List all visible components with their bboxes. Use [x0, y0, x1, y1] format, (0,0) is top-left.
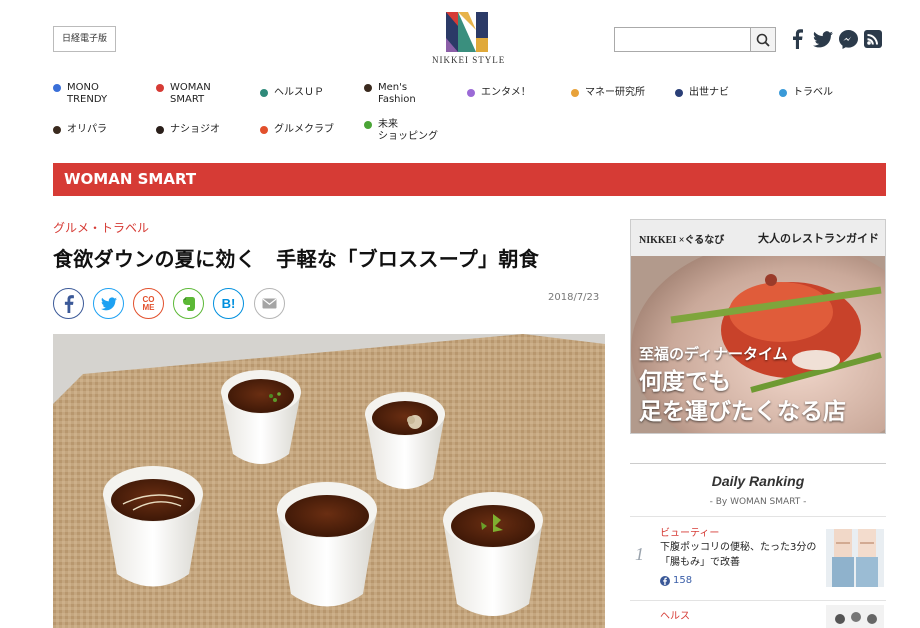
- nav-item-gourmet-club[interactable]: グルメクラブ: [260, 124, 334, 136]
- ad-title: 大人のレストランガイド: [758, 233, 879, 245]
- ranking-subtitle: - By WOMAN SMART -: [709, 497, 807, 507]
- ranking-item-category[interactable]: ビューティー: [660, 524, 719, 539]
- category-dot-icon: [675, 89, 683, 97]
- section-title-band[interactable]: WOMAN SMART: [53, 163, 886, 196]
- ad-tagline: 至福のディナータイム: [639, 347, 788, 363]
- search-button[interactable]: [750, 27, 776, 52]
- twitter-icon: [100, 296, 117, 310]
- article-headline: 食欲ダウンの夏に効く 手軽な「ブロススープ」朝食: [53, 247, 539, 271]
- divider: [630, 600, 886, 601]
- share-evernote-button[interactable]: [173, 288, 204, 319]
- rss-icon: [864, 30, 882, 48]
- ranking-item-category[interactable]: ヘルス: [660, 607, 690, 622]
- nav-item-shusse-navi[interactable]: 出世ナビ: [675, 87, 729, 99]
- ad-header: NIKKEI ×ぐるなび 大人のレストランガイド: [631, 220, 885, 256]
- nav-item-health-up[interactable]: ヘルスＵＰ: [260, 87, 324, 99]
- article-date: 2018/7/23: [548, 292, 600, 303]
- nav-label: 未来 ショッピング: [378, 119, 438, 142]
- share-hatena-button[interactable]: B!: [213, 288, 244, 319]
- facebook-icon: [793, 29, 803, 49]
- category-dot-icon: [467, 89, 475, 97]
- nav-item-entame[interactable]: エンタメ！: [467, 87, 531, 99]
- nav-item-woman-smart[interactable]: WOMAN SMART: [156, 82, 211, 106]
- facebook-icon: [64, 294, 74, 313]
- ad-headline-1: 何度でも: [639, 369, 731, 394]
- nikkei-style-logo[interactable]: NIKKEI STYLE: [432, 12, 504, 68]
- nav-item-mens-fashion[interactable]: Men's Fashion: [364, 82, 416, 106]
- category-dot-icon: [156, 84, 164, 92]
- category-dot-icon: [364, 84, 372, 92]
- n-logo-icon: [446, 12, 488, 52]
- nav-item-mono-trendy[interactable]: MONO TRENDY: [53, 82, 107, 106]
- category-dot-icon: [53, 126, 61, 134]
- nav-label: ヘルスＵＰ: [274, 87, 324, 98]
- like-count: 158: [673, 575, 693, 586]
- article-category[interactable]: グルメ・トラベル: [53, 219, 149, 236]
- nav-item-money[interactable]: マネー研究所: [571, 87, 645, 99]
- category-dot-icon: [260, 126, 268, 134]
- share-twitter-button[interactable]: [93, 288, 124, 319]
- search-input[interactable]: [614, 27, 751, 52]
- messenger-link[interactable]: [837, 28, 859, 50]
- nav-label: WOMAN SMART: [170, 82, 211, 105]
- category-dot-icon: [156, 126, 164, 134]
- ad-headline-2: 足を運びたくなる店: [639, 399, 846, 424]
- rss-link[interactable]: [862, 28, 884, 50]
- facebook-icon: [660, 575, 670, 586]
- share-facebook-button[interactable]: [53, 288, 84, 319]
- twitter-icon: [813, 30, 833, 47]
- ranking-item-thumbnail[interactable]: [826, 529, 884, 587]
- nav-label: エンタメ！: [481, 87, 531, 98]
- twitter-link[interactable]: [812, 28, 834, 50]
- messenger-icon: [838, 29, 858, 49]
- nav-label: オリパラ: [67, 124, 107, 135]
- rank-number: 1: [635, 544, 644, 564]
- article-hero-image: [53, 334, 605, 628]
- search-icon: [756, 33, 770, 47]
- category-dot-icon: [364, 121, 372, 129]
- ranking-title: Daily Ranking: [711, 473, 805, 489]
- facebook-like-count: 158: [660, 575, 692, 586]
- nav-label: マネー研究所: [585, 87, 645, 98]
- nav-label: トラベル: [793, 87, 833, 98]
- evernote-icon: [182, 296, 195, 311]
- category-dot-icon: [779, 89, 787, 97]
- nav-label: 出世ナビ: [689, 87, 729, 98]
- share-come-button[interactable]: CO ME: [133, 288, 164, 319]
- nikkei-edition-button[interactable]: 日経電子版: [53, 26, 116, 52]
- nav-label: ナショジオ: [170, 124, 220, 135]
- nav-item-olypara[interactable]: オリパラ: [53, 124, 107, 136]
- nav-item-travel[interactable]: トラベル: [779, 87, 833, 99]
- nav-label: Men's Fashion: [378, 82, 416, 105]
- logo-wordmark: NIKKEI STYLE: [432, 55, 506, 65]
- ranking-item-thumbnail[interactable]: [826, 605, 884, 628]
- category-dot-icon: [260, 89, 268, 97]
- daily-ranking: Daily Ranking - By WOMAN SMART - 1 ビューティ…: [630, 463, 886, 628]
- share-email-button[interactable]: [254, 288, 285, 319]
- restaurant-guide-ad[interactable]: NIKKEI ×ぐるなび 大人のレストランガイド 至福のディナータイム 何度でも…: [630, 219, 886, 434]
- category-dot-icon: [571, 89, 579, 97]
- nav-item-mirai-shopping[interactable]: 未来 ショッピング: [364, 119, 438, 143]
- nav-label: グルメクラブ: [274, 124, 334, 135]
- ranking-item-title-link[interactable]: 下腹ポッコリの便秘、たった3分の「腸もみ」で改善: [660, 540, 820, 570]
- divider: [630, 516, 886, 517]
- nav-item-natgeo[interactable]: ナショジオ: [156, 124, 220, 136]
- category-dot-icon: [53, 84, 61, 92]
- ad-brand: NIKKEI ×ぐるなび: [639, 234, 725, 246]
- facebook-link[interactable]: [786, 28, 808, 50]
- mail-icon: [262, 298, 277, 309]
- nav-label: MONO TRENDY: [67, 82, 108, 105]
